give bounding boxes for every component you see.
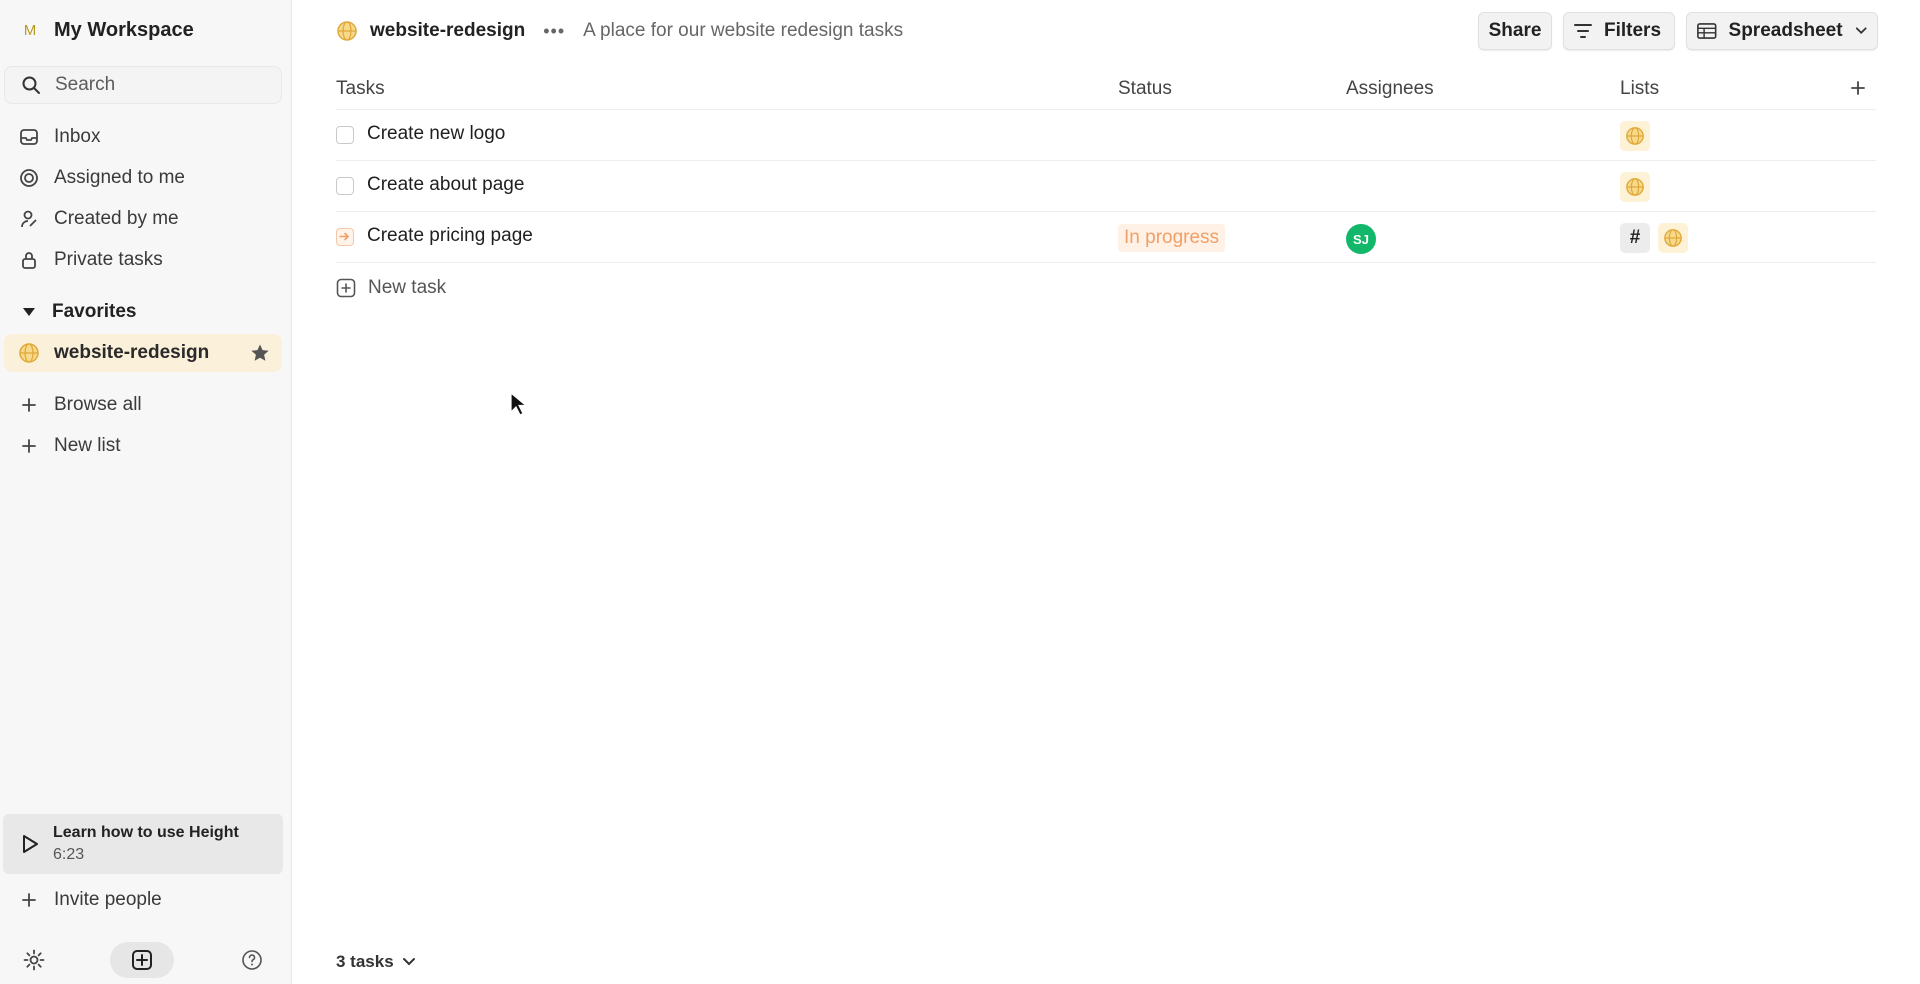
plus-icon (18, 394, 40, 416)
chevron-down-icon (1855, 27, 1867, 35)
more-options-icon[interactable]: ••• (543, 21, 565, 42)
list-description[interactable]: A place for our website redesign tasks (583, 20, 903, 42)
task-name[interactable]: Create pricing page (367, 225, 533, 247)
view-switcher[interactable]: Spreadsheet (1686, 12, 1878, 50)
list-title[interactable]: website-redesign (370, 20, 525, 42)
sidebar-item-label: Assigned to me (54, 167, 185, 188)
add-column-icon[interactable] (1848, 78, 1868, 98)
list-chip-website-redesign[interactable] (1620, 172, 1650, 202)
globe-icon (1664, 229, 1682, 247)
table-icon (1697, 23, 1717, 39)
new-task-label: New task (368, 277, 447, 298)
globe-icon (337, 21, 357, 41)
sidebar-item-created-by-me[interactable]: Created by me (18, 203, 179, 235)
target-icon (18, 167, 40, 189)
favorites-toggle[interactable]: Favorites (22, 296, 136, 328)
search-icon (22, 76, 40, 94)
task-checkbox[interactable] (336, 126, 354, 144)
table-row[interactable]: Create about page (336, 161, 1876, 212)
plus-icon (18, 889, 40, 911)
task-name[interactable]: Create new logo (367, 123, 505, 145)
mouse-cursor-icon (510, 392, 526, 416)
status-badge[interactable]: In progress (1118, 224, 1226, 252)
sidebar-item-label: Created by me (54, 208, 179, 229)
caret-down-icon (23, 308, 35, 316)
arrow-right-icon (339, 232, 350, 241)
plus-square-icon (336, 278, 356, 298)
browse-all-label: Browse all (54, 394, 142, 415)
search-box[interactable] (4, 66, 282, 104)
column-header-assignees[interactable]: Assignees (1346, 78, 1434, 100)
avatar[interactable]: SJ (1346, 224, 1376, 254)
list-header: website-redesign ••• A place for our web… (336, 14, 903, 48)
workspace-badge: M (23, 21, 37, 39)
filter-icon (1574, 24, 1592, 38)
task-checkbox[interactable] (336, 177, 354, 195)
table-row[interactable]: Create new logo (336, 110, 1876, 161)
new-list-button[interactable]: New list (18, 430, 121, 462)
learn-title: Learn how to use Height (53, 824, 239, 841)
sidebar: M My Workspace Inbox Assigned to me Crea… (0, 0, 292, 984)
new-list-label: New list (54, 435, 121, 456)
share-button[interactable]: Share (1478, 12, 1552, 50)
column-header-status[interactable]: Status (1118, 78, 1172, 100)
invite-people-label: Invite people (54, 889, 162, 910)
settings-button[interactable] (16, 942, 52, 978)
create-task-button[interactable] (110, 942, 174, 978)
lock-icon (18, 249, 40, 271)
learn-duration: 6:23 (53, 846, 85, 863)
sidebar-item-label: website-redesign (54, 342, 210, 363)
task-status-icon[interactable] (336, 228, 354, 246)
sidebar-item-private-tasks[interactable]: Private tasks (18, 244, 163, 276)
new-task-button[interactable]: New task (336, 272, 446, 304)
column-header-tasks[interactable]: Tasks (336, 78, 385, 100)
invite-people-button[interactable]: Invite people (18, 884, 162, 916)
globe-icon (1626, 178, 1644, 196)
chevron-down-icon (402, 958, 415, 966)
star-icon[interactable] (250, 343, 270, 363)
search-input[interactable] (55, 74, 275, 96)
list-chip-website-redesign[interactable] (1620, 121, 1650, 151)
sidebar-item-assigned-to-me[interactable]: Assigned to me (18, 162, 185, 194)
workspace-switcher[interactable]: M My Workspace (18, 16, 194, 44)
sidebar-item-website-redesign[interactable]: website-redesign (4, 334, 282, 372)
globe-icon (1626, 127, 1644, 145)
plus-square-icon (132, 950, 152, 970)
globe-icon (19, 343, 39, 363)
play-icon (23, 835, 38, 853)
filters-label: Filters (1604, 20, 1662, 41)
view-label: Spreadsheet (1728, 20, 1843, 41)
help-button[interactable] (234, 942, 270, 978)
list-chip-hash[interactable]: # (1620, 223, 1650, 253)
share-label: Share (1488, 20, 1542, 41)
gear-icon (23, 949, 45, 971)
column-header-lists[interactable]: Lists (1620, 78, 1659, 100)
task-count-label: 3 tasks (336, 952, 394, 971)
favorites-label: Favorites (52, 301, 137, 322)
list-chip-website-redesign[interactable] (1658, 223, 1688, 253)
table-header: Tasks Status Assignees Lists (336, 70, 1876, 110)
table-row[interactable]: Create pricing page In progress SJ # (336, 212, 1876, 263)
task-count-dropdown[interactable]: 3 tasks (336, 948, 416, 976)
sidebar-item-label: Inbox (54, 126, 101, 147)
learn-video-card[interactable]: Learn how to use Height 6:23 (3, 814, 283, 874)
filters-button[interactable]: Filters (1563, 12, 1675, 50)
workspace-title: My Workspace (54, 18, 194, 41)
browse-all-button[interactable]: Browse all (18, 389, 142, 421)
main-panel: website-redesign ••• A place for our web… (292, 0, 1920, 984)
user-icon (18, 208, 40, 230)
task-name[interactable]: Create about page (367, 174, 524, 196)
plus-icon (18, 435, 40, 457)
sidebar-item-label: Private tasks (54, 249, 163, 270)
inbox-icon (18, 126, 40, 148)
sidebar-item-inbox[interactable]: Inbox (18, 121, 100, 153)
help-icon (242, 950, 262, 970)
